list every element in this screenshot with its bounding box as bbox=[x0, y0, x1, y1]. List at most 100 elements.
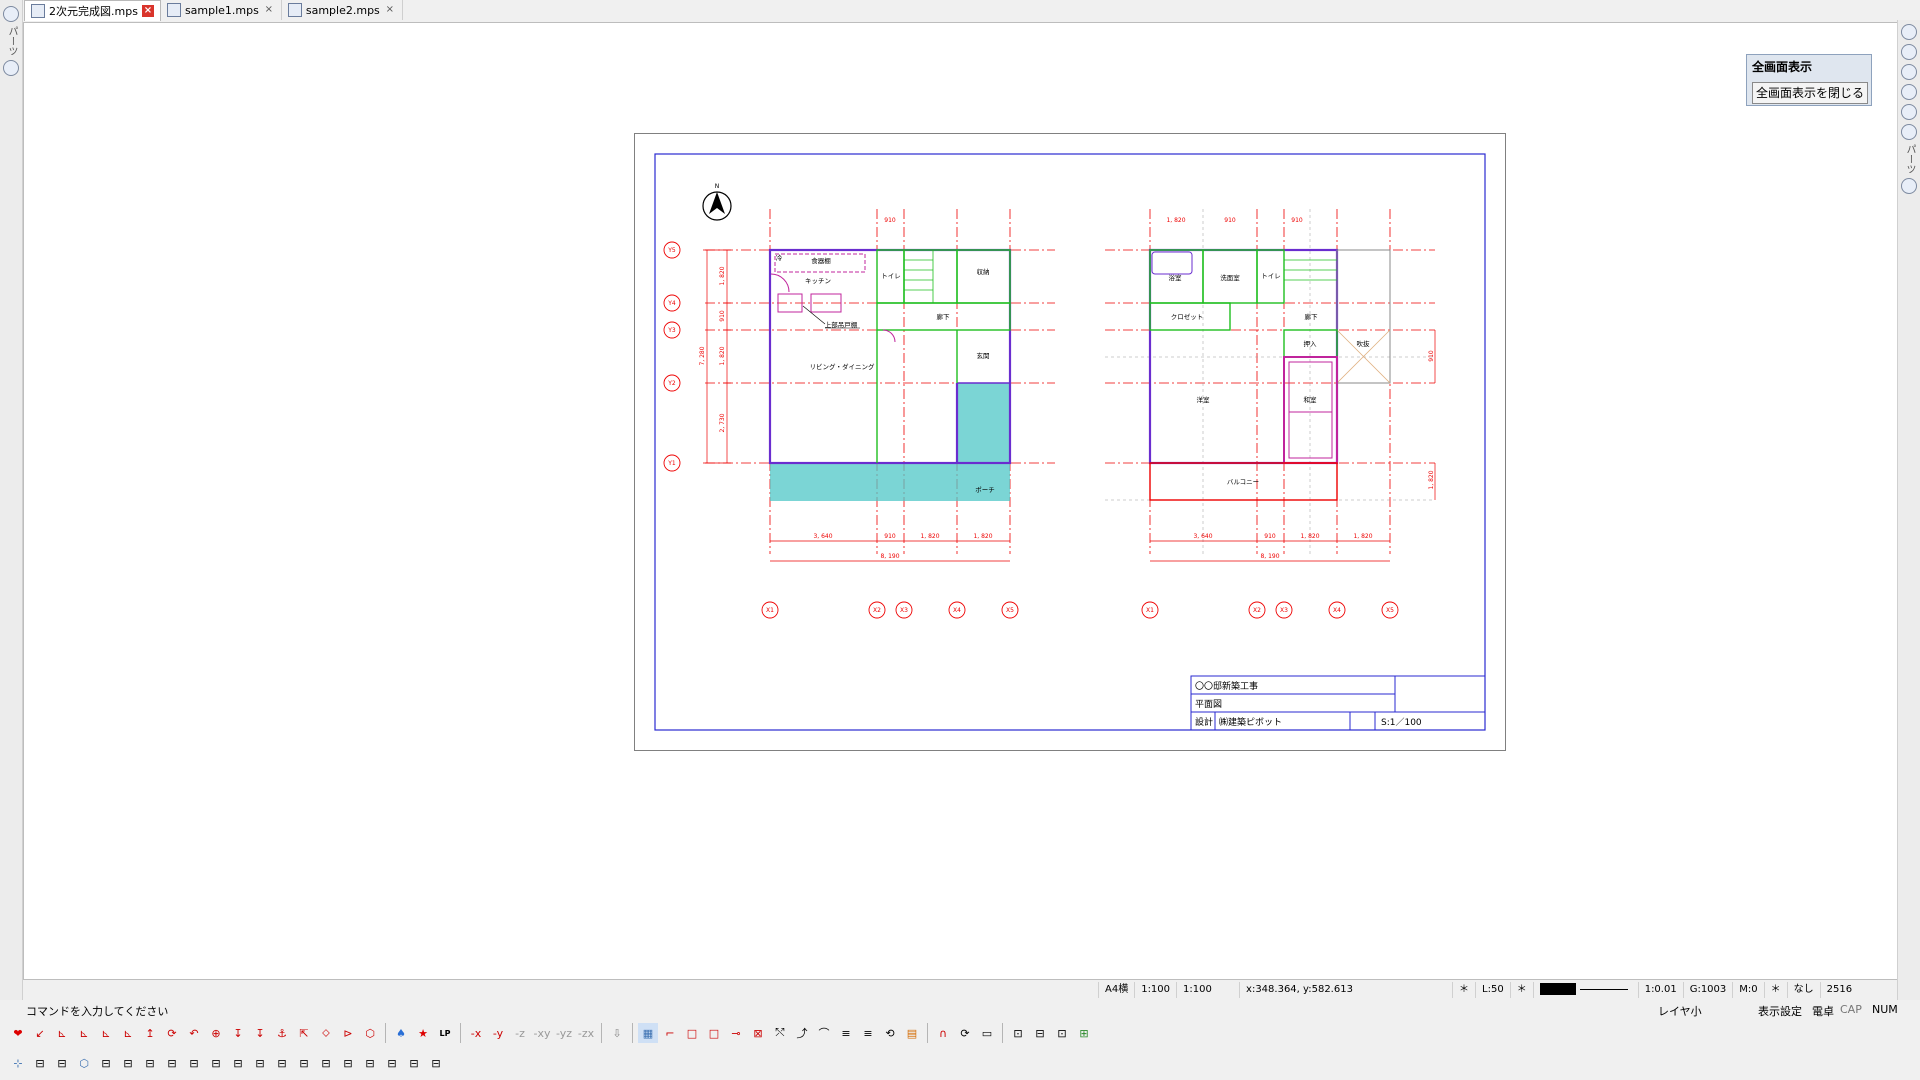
center-icon[interactable]: ⊕ bbox=[206, 1023, 226, 1043]
coord-xy-button[interactable]: -xy bbox=[532, 1023, 552, 1043]
snap-icon[interactable]: ↧ bbox=[228, 1023, 248, 1043]
trim-icon[interactable]: ⤴ bbox=[792, 1023, 812, 1043]
redo-icon[interactable]: ⟳ bbox=[955, 1023, 975, 1043]
add-icon[interactable]: ⊞ bbox=[1074, 1023, 1094, 1043]
select-arrow-icon[interactable]: ↙ bbox=[30, 1023, 50, 1043]
tool-icon[interactable]: ⊟ bbox=[316, 1053, 336, 1073]
snap-icon[interactable]: ↧ bbox=[250, 1023, 270, 1043]
zoom-icon[interactable]: ⊟ bbox=[1030, 1023, 1050, 1043]
tool-icon[interactable]: ⊟ bbox=[382, 1053, 402, 1073]
axis-label: X5 bbox=[1006, 607, 1014, 614]
and-icon[interactable]: ∩ bbox=[933, 1023, 953, 1043]
layer-icon[interactable] bbox=[1901, 84, 1917, 100]
layer-icon[interactable] bbox=[1901, 64, 1917, 80]
rect-dash-icon[interactable]: □ bbox=[704, 1023, 724, 1043]
tool-icon[interactable]: ⊟ bbox=[96, 1053, 116, 1073]
frame-dropdown-icon[interactable]: ▭ bbox=[977, 1023, 997, 1043]
tool-icon[interactable]: ⊟ bbox=[30, 1053, 50, 1073]
layer-icon[interactable] bbox=[1901, 104, 1917, 120]
favorite-icon[interactable]: ❤ bbox=[8, 1023, 28, 1043]
drawing-canvas[interactable]: N キッチン 食器棚 トイレ 収納 廊下 上部吊戸棚 玄関 リビング・ダイニング… bbox=[23, 22, 1899, 980]
snap-icon[interactable]: ⊾ bbox=[52, 1023, 72, 1043]
tool-icon[interactable]: ⊟ bbox=[162, 1053, 182, 1073]
tool-icon[interactable]: ⊟ bbox=[404, 1053, 424, 1073]
layer-indicator[interactable]: L:50 bbox=[1475, 982, 1510, 998]
display-settings[interactable]: 表示設定 bbox=[1758, 1003, 1802, 1019]
parts-icon[interactable] bbox=[3, 6, 19, 22]
tool-icon[interactable]: ⊟ bbox=[118, 1053, 138, 1073]
grid-icon[interactable]: ▦ bbox=[638, 1023, 658, 1043]
print-scale[interactable]: 1:100 bbox=[1134, 982, 1176, 998]
scissors-icon[interactable]: ⤲ bbox=[770, 1023, 790, 1043]
snap-icon[interactable]: ↥ bbox=[140, 1023, 160, 1043]
tool-icon[interactable]: ⊟ bbox=[206, 1053, 226, 1073]
layer-icon[interactable] bbox=[1901, 124, 1917, 140]
tool-icon[interactable]: ⊟ bbox=[52, 1053, 72, 1073]
color-swatch[interactable] bbox=[1532, 982, 1638, 998]
coord-zx-button[interactable]: -zx bbox=[576, 1023, 596, 1043]
group-indicator[interactable]: G:1003 bbox=[1682, 982, 1733, 998]
refresh-icon[interactable]: ⟲ bbox=[880, 1023, 900, 1043]
layer-small[interactable]: レイヤ小 bbox=[1658, 1003, 1702, 1019]
lines-icon[interactable]: ≡ bbox=[836, 1023, 856, 1043]
close-icon[interactable]: × bbox=[263, 4, 275, 16]
tool-icon[interactable]: ⊟ bbox=[250, 1053, 270, 1073]
coord-x-button[interactable]: -x bbox=[466, 1023, 486, 1043]
rotate-icon[interactable]: ⟳ bbox=[162, 1023, 182, 1043]
snap-icon[interactable]: ⊳ bbox=[338, 1023, 358, 1043]
layer-icon[interactable] bbox=[1901, 44, 1917, 60]
mode-indicator[interactable]: M:0 bbox=[1732, 982, 1763, 998]
snap-icon[interactable]: ⇱ bbox=[294, 1023, 314, 1043]
scale-g[interactable]: 1:0.01 bbox=[1637, 982, 1683, 998]
cross-box-icon[interactable]: ⊠ bbox=[748, 1023, 768, 1043]
drop-icon[interactable]: ⇩ bbox=[607, 1023, 627, 1043]
lines-bold-icon[interactable]: ≡ bbox=[858, 1023, 878, 1043]
corner-icon[interactable]: ⌐ bbox=[660, 1023, 680, 1043]
tool-icon[interactable]: ⬡ bbox=[74, 1053, 94, 1073]
calculator[interactable]: 電卓 bbox=[1812, 1003, 1834, 1019]
tool-icon[interactable]: ⊟ bbox=[184, 1053, 204, 1073]
spade-icon[interactable]: ♠ bbox=[391, 1023, 411, 1043]
coord-y-button[interactable]: -y bbox=[488, 1023, 508, 1043]
tool-icon[interactable]: ⊟ bbox=[228, 1053, 248, 1073]
draw-scale[interactable]: 1:100 bbox=[1176, 982, 1239, 998]
parts-label[interactable]: パーツ bbox=[3, 26, 19, 56]
close-icon[interactable]: × bbox=[384, 4, 396, 16]
command-hint[interactable]: コマンドを入力してください bbox=[26, 1003, 168, 1019]
snap-icon[interactable]: ⊾ bbox=[118, 1023, 138, 1043]
lp-icon[interactable]: LP bbox=[435, 1023, 455, 1043]
tool-icon[interactable]: ⊟ bbox=[272, 1053, 292, 1073]
tool-icon[interactable]: ⊟ bbox=[338, 1053, 358, 1073]
parts-toggle-icon[interactable] bbox=[3, 60, 19, 76]
coord-yz-button[interactable]: -yz bbox=[554, 1023, 574, 1043]
layer-icon[interactable] bbox=[1901, 24, 1917, 40]
search-icon[interactable]: ⊡ bbox=[1008, 1023, 1028, 1043]
tab-2d-drawing[interactable]: 2次元完成図.mps × bbox=[24, 0, 161, 21]
select-all-icon[interactable]: ⊡ bbox=[1052, 1023, 1072, 1043]
anchor-icon[interactable]: ⚓ bbox=[272, 1023, 292, 1043]
tool-icon[interactable]: ⊟ bbox=[360, 1053, 380, 1073]
snap-icon[interactable]: ⬦ bbox=[316, 1023, 336, 1043]
close-icon[interactable]: × bbox=[141, 5, 154, 17]
tool-icon[interactable]: ⊹ bbox=[8, 1053, 28, 1073]
snap-icon[interactable]: ⬡ bbox=[360, 1023, 380, 1043]
tool-icon[interactable]: ⊟ bbox=[426, 1053, 446, 1073]
rect-icon[interactable]: □ bbox=[682, 1023, 702, 1043]
curve-icon[interactable]: ⌒ bbox=[814, 1023, 834, 1043]
brick-icon[interactable]: ▤ bbox=[902, 1023, 922, 1043]
wave-icon[interactable]: ⊸ bbox=[726, 1023, 746, 1043]
parts-label[interactable]: パーツ bbox=[1901, 144, 1917, 174]
star-icon[interactable]: ★ bbox=[413, 1023, 433, 1043]
layer-icon[interactable] bbox=[1901, 178, 1917, 194]
tool-icon[interactable]: ⊟ bbox=[140, 1053, 160, 1073]
snap-icon[interactable]: ⊾ bbox=[74, 1023, 94, 1043]
tab-sample2[interactable]: sample2.mps × bbox=[281, 0, 403, 20]
tool-icon[interactable]: ⊟ bbox=[294, 1053, 314, 1073]
paper-size[interactable]: A4横 bbox=[1098, 982, 1134, 998]
none-indicator[interactable]: なし bbox=[1786, 982, 1820, 998]
coord-z-button[interactable]: -z bbox=[510, 1023, 530, 1043]
undo-icon[interactable]: ↶ bbox=[184, 1023, 204, 1043]
snap-icon[interactable]: ⊾ bbox=[96, 1023, 116, 1043]
close-fullscreen-button[interactable]: 全画面表示を閉じる bbox=[1752, 82, 1868, 104]
tab-sample1[interactable]: sample1.mps × bbox=[160, 0, 282, 20]
